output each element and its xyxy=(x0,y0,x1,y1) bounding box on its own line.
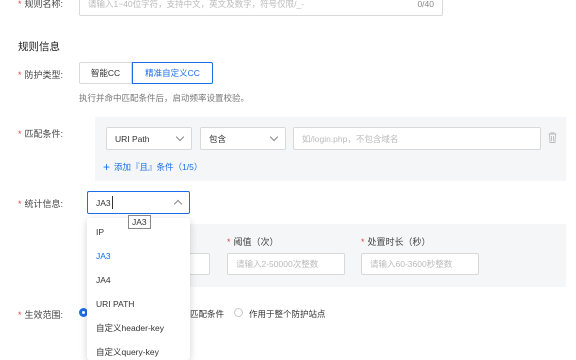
rule-name-label-text: 规则名称: xyxy=(24,0,64,9)
match-value-input[interactable]: 如/login.php，不包含域名 xyxy=(293,127,541,150)
stats-selected-value: JA3 xyxy=(96,197,111,208)
protect-type-label: * 防护类型: xyxy=(18,68,63,81)
protect-type-hint: 执行并命中匹配条件后，启动频率设置校验。 xyxy=(79,93,250,103)
chevron-down-icon xyxy=(175,132,185,142)
chevron-up-icon xyxy=(173,199,183,209)
protect-type-smart-cc[interactable]: 智能CC xyxy=(79,62,132,84)
required-mark: * xyxy=(18,199,22,209)
dropdown-option-ja4[interactable]: JA4 xyxy=(87,268,190,292)
duration-label-text: 处置时长（秒） xyxy=(367,237,431,247)
required-mark: * xyxy=(18,70,22,80)
trash-icon[interactable] xyxy=(548,132,557,143)
chevron-down-icon xyxy=(269,132,279,142)
match-condition-label: * 匹配条件: xyxy=(18,127,63,140)
tooltip: JA3 xyxy=(128,215,151,229)
duration-label: * 处置时长（秒） xyxy=(361,235,431,248)
required-mark: * xyxy=(18,0,22,9)
threshold-input[interactable]: 请输入2-50000次整数 xyxy=(227,253,345,275)
required-mark: * xyxy=(227,237,231,247)
plus-icon: + xyxy=(103,160,111,174)
scope-label-text: 生效范围: xyxy=(24,310,64,320)
dropdown-option-uri-path[interactable]: URI PATH xyxy=(87,292,190,316)
match-field-value: URI Path xyxy=(115,133,150,144)
match-condition-label-text: 匹配条件: xyxy=(24,129,64,139)
protect-type-precise-cc[interactable]: 精准自定义CC xyxy=(132,62,213,84)
threshold-label-text: 阈值（次） xyxy=(233,237,279,247)
rule-name-placeholder: 请输入1~40位字符，支持中文，英文及数字，符号仅限/_- xyxy=(88,0,305,9)
match-operator-select[interactable]: 包含 xyxy=(200,127,286,150)
dropdown-option-header-key[interactable]: 自定义header-key xyxy=(87,316,190,340)
duration-placeholder: 请输入60-3600秒整数 xyxy=(370,259,453,269)
rule-name-input[interactable]: 请输入1~40位字符，支持中文，英文及数字，符号仅限/_- 0/40 xyxy=(79,0,443,16)
match-field-select[interactable]: URI Path xyxy=(106,127,192,150)
dropdown-option-ja3[interactable]: JA3 xyxy=(87,244,190,268)
scope-option1-text: 匹配条件 xyxy=(190,309,225,319)
match-operator-value: 包含 xyxy=(209,133,227,144)
section-title: 规则信息 xyxy=(18,41,60,53)
required-mark: * xyxy=(18,129,22,139)
protect-type-label-text: 防护类型: xyxy=(24,70,64,80)
stats-dropdown: IP JA3 JA4 URI PATH 自定义header-key 自定义que… xyxy=(87,218,190,360)
threshold-placeholder: 请输入2-50000次整数 xyxy=(236,259,319,269)
required-mark: * xyxy=(18,310,22,320)
stats-select[interactable]: JA3 xyxy=(87,191,190,214)
stats-label: * 统计信息: xyxy=(18,197,63,210)
scope-radio-2[interactable] xyxy=(234,308,243,317)
stats-label-text: 统计信息: xyxy=(24,199,64,209)
rule-name-label: * 规则名称: xyxy=(18,0,63,10)
threshold-label: * 阈值（次） xyxy=(227,235,279,248)
match-value-placeholder: 如/login.php，不包含域名 xyxy=(302,133,399,144)
duration-input[interactable]: 请输入60-3600秒整数 xyxy=(361,253,479,275)
scope-label: * 生效范围: xyxy=(18,308,63,321)
add-and-condition-text: 添加『且』条件（1/5） xyxy=(114,162,203,172)
rule-name-counter: 0/40 xyxy=(417,0,434,9)
required-mark: * xyxy=(361,237,365,247)
scope-option2-text: 作用于整个防护站点 xyxy=(249,309,326,319)
add-and-condition-button[interactable]: + 添加『且』条件（1/5） xyxy=(103,161,202,173)
text-cursor xyxy=(112,196,113,209)
dropdown-option-query-key[interactable]: 自定义query-key xyxy=(87,340,190,360)
